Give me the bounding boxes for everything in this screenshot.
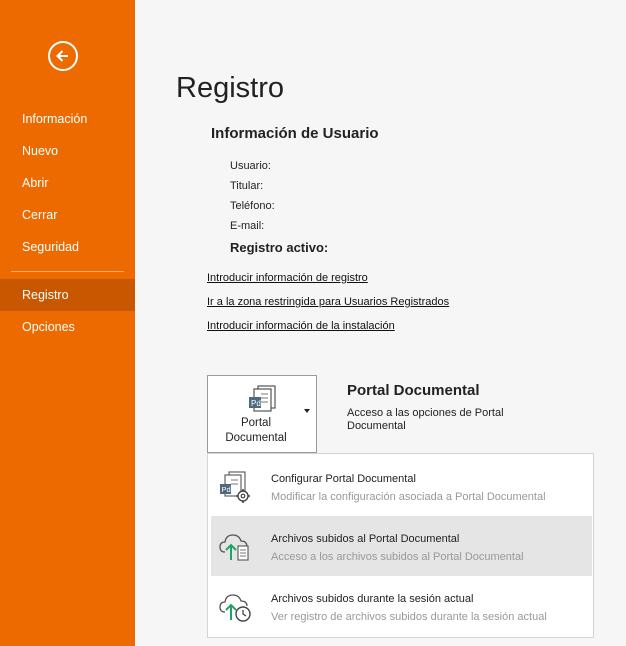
cloud-upload-clock-icon — [219, 594, 251, 622]
link-introducir-instalacion[interactable]: Introducir información de la instalación — [207, 320, 395, 332]
menu-item-configurar-portal[interactable]: Pd Configurar Portal Documental Modifica… — [211, 456, 592, 516]
portal-document-icon: Pd — [249, 385, 276, 412]
sidebar-item-registro[interactable]: Registro — [0, 279, 135, 311]
chevron-down-icon — [304, 409, 310, 413]
sidebar-item-cerrar[interactable]: Cerrar — [0, 199, 135, 231]
menu-item-archivos-sesion-actual[interactable]: Archivos subidos durante la sesión actua… — [211, 576, 592, 636]
sidebar: Información Nuevo Abrir Cerrar Seguridad… — [0, 0, 135, 646]
menu-item-title: Archivos subidos durante la sesión actua… — [271, 593, 474, 605]
sidebar-item-opciones[interactable]: Opciones — [0, 311, 135, 343]
menu-item-subtitle: Acceso a los archivos subidos al Portal … — [271, 551, 524, 563]
menu-item-title: Configurar Portal Documental — [271, 473, 416, 485]
sidebar-item-nuevo[interactable]: Nuevo — [0, 135, 135, 167]
back-button[interactable] — [48, 41, 78, 71]
svg-text:Pd: Pd — [251, 399, 261, 408]
user-info-heading: Información de Usuario — [211, 125, 379, 142]
menu-item-archivos-subidos-portal[interactable]: Archivos subidos al Portal Documental Ac… — [211, 516, 592, 576]
svg-text:Pd: Pd — [222, 485, 231, 494]
portal-description: Acceso a las opciones de Portal Document… — [347, 407, 504, 432]
menu-item-subtitle: Modificar la configuración asociada a Po… — [271, 491, 546, 503]
telefono-label: Teléfono: — [230, 200, 275, 212]
registro-activo-label: Registro activo: — [230, 240, 329, 255]
cloud-upload-document-icon — [219, 534, 249, 561]
menu-item-title: Archivos subidos al Portal Documental — [271, 533, 460, 545]
sidebar-item-seguridad[interactable]: Seguridad — [0, 231, 135, 263]
sidebar-item-informacion[interactable]: Información — [0, 103, 135, 135]
arrow-left-icon — [56, 50, 68, 62]
usuario-label: Usuario: — [230, 160, 271, 172]
portal-dropdown-menu: Pd Configurar Portal Documental Modifica… — [207, 453, 594, 638]
portal-documental-button[interactable]: Pd Portal Documental — [207, 375, 317, 453]
page-title: Registro — [176, 72, 284, 104]
link-zona-restringida[interactable]: Ir a la zona restringida para Usuarios R… — [207, 296, 449, 308]
portal-title: Portal Documental — [347, 382, 480, 399]
document-gear-icon: Pd — [220, 471, 250, 503]
menu-item-subtitle: Ver registro de archivos subidos durante… — [271, 611, 547, 623]
titular-label: Titular: — [230, 180, 264, 192]
portal-button-label: Portal Documental — [225, 417, 287, 444]
email-label: E-mail: — [230, 220, 265, 232]
sidebar-divider — [11, 271, 124, 272]
link-introducir-registro[interactable]: Introducir información de registro — [207, 272, 368, 284]
sidebar-item-abrir[interactable]: Abrir — [0, 167, 135, 199]
